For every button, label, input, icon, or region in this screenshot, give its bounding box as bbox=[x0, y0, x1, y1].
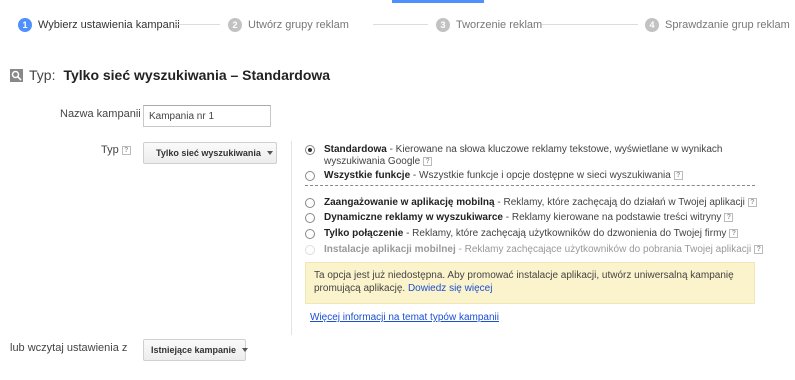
campaign-type-header: Typ: Tylko sieć wyszukiwania – Standardo… bbox=[10, 66, 330, 84]
step-label: Sprawdzanie grup reklam bbox=[665, 19, 790, 31]
step-label: Tworzenie reklam bbox=[456, 19, 543, 31]
load-settings-label: lub wczytaj ustawienia z bbox=[10, 342, 128, 354]
step-connector bbox=[542, 24, 638, 25]
step-connector bbox=[373, 24, 428, 25]
radio-button[interactable] bbox=[305, 213, 315, 223]
campaign-types-info-link[interactable]: Więcej informacji na temat typów kampani… bbox=[310, 312, 499, 323]
type-label-text: Typ bbox=[101, 144, 119, 156]
option-app-installs: Instalacje aplikacji mobilnej - Reklamy … bbox=[305, 244, 764, 256]
option-desc: - Reklamy kierowane na podstawie treści … bbox=[502, 212, 722, 223]
help-icon[interactable]: ? bbox=[121, 145, 131, 155]
header-prefix: Typ: bbox=[29, 67, 56, 83]
radio-button[interactable] bbox=[305, 171, 315, 181]
type-label: Typ? bbox=[101, 144, 131, 156]
option-standard[interactable]: Standardowa - Kierowane na słowa kluczow… bbox=[305, 144, 764, 168]
step-1[interactable]: 1 Wybierz ustawienia kampanii bbox=[18, 17, 180, 33]
step-connector bbox=[175, 24, 220, 25]
step-number: 4 bbox=[645, 18, 659, 32]
option-desc: - Wszystkie funkcje i opcje dostępne w s… bbox=[410, 170, 671, 181]
option-title: Wszystkie funkcje bbox=[324, 170, 411, 181]
step-label: Wybierz ustawienia kampanii bbox=[38, 19, 180, 31]
chevron-down-icon bbox=[266, 151, 273, 155]
notice-text: Ta opcja jest już niedostępna. Aby promo… bbox=[314, 270, 734, 294]
learn-more-link[interactable]: Dowiedz się więcej bbox=[408, 283, 492, 294]
step-number: 2 bbox=[228, 18, 242, 32]
campaign-stepper: 1 Wybierz ustawienia kampanii 2 Utwórz g… bbox=[0, 0, 795, 50]
radio-button[interactable] bbox=[305, 198, 315, 208]
help-icon[interactable]: ? bbox=[673, 170, 683, 180]
option-text: Tylko połączenie - Reklamy, które zachęc… bbox=[324, 228, 764, 240]
option-desc: - Reklamy, które zachęcają użytkowników … bbox=[403, 228, 727, 239]
option-app-engagement[interactable]: Zaangażowanie w aplikację mobilną - Rekl… bbox=[305, 197, 764, 209]
help-icon[interactable]: ? bbox=[423, 156, 433, 166]
dropdown-value: Tylko sieć wyszukiwania bbox=[156, 148, 261, 158]
radio-button bbox=[305, 245, 315, 255]
step-3[interactable]: 3 Tworzenie reklam bbox=[436, 17, 542, 33]
option-desc: - Reklamy, które zachęcają do działań w … bbox=[494, 197, 745, 208]
step-number: 3 bbox=[436, 18, 450, 32]
search-icon bbox=[10, 68, 23, 82]
option-title: Standardowa bbox=[324, 144, 387, 155]
radio-button[interactable] bbox=[305, 145, 315, 155]
option-all-features[interactable]: Wszystkie funkcje - Wszystkie funkcje i … bbox=[305, 170, 764, 182]
option-call-only[interactable]: Tylko połączenie - Reklamy, które zachęc… bbox=[305, 228, 764, 240]
dashed-divider bbox=[305, 185, 755, 186]
option-text: Wszystkie funkcje - Wszystkie funkcje i … bbox=[324, 170, 764, 182]
help-icon[interactable]: ? bbox=[724, 212, 734, 222]
option-title: Dynamiczne reklamy w wyszukiwarce bbox=[324, 212, 503, 223]
option-text: Instalacje aplikacji mobilnej - Reklamy … bbox=[324, 244, 764, 256]
step-2[interactable]: 2 Utwórz grupy reklam bbox=[228, 17, 349, 33]
option-text: Zaangażowanie w aplikację mobilną - Rekl… bbox=[324, 197, 764, 209]
campaign-name-label: Nazwa kampanii bbox=[60, 108, 141, 120]
divider bbox=[291, 141, 292, 335]
chevron-down-icon bbox=[242, 348, 249, 352]
dropdown-value: Istniejące kampanie bbox=[151, 345, 237, 355]
option-text: Dynamiczne reklamy w wyszukiwarce - Rekl… bbox=[324, 212, 764, 224]
campaign-type-dropdown[interactable]: Tylko sieć wyszukiwania bbox=[143, 142, 277, 164]
deprecation-notice: Ta opcja jest już niedostępna. Aby promo… bbox=[305, 262, 755, 304]
campaign-name-input[interactable] bbox=[143, 105, 271, 127]
help-icon[interactable]: ? bbox=[747, 197, 757, 207]
option-title: Instalacje aplikacji mobilnej bbox=[324, 244, 456, 255]
help-icon[interactable]: ? bbox=[754, 244, 764, 254]
page-title: Tylko sieć wyszukiwania – Standardowa bbox=[63, 67, 331, 83]
step-number: 1 bbox=[18, 18, 32, 32]
help-icon[interactable]: ? bbox=[729, 228, 739, 238]
step-4[interactable]: 4 Sprawdzanie grup reklam bbox=[645, 17, 790, 33]
step-label: Utwórz grupy reklam bbox=[248, 19, 349, 31]
radio-button[interactable] bbox=[305, 229, 315, 239]
existing-campaigns-dropdown[interactable]: Istniejące kampanie bbox=[143, 339, 249, 361]
option-dynamic-search-ads[interactable]: Dynamiczne reklamy w wyszukiwarce - Rekl… bbox=[305, 212, 764, 224]
option-desc: - Reklamy zachęcające użytkowników do po… bbox=[455, 244, 752, 255]
option-title: Zaangażowanie w aplikację mobilną bbox=[324, 197, 495, 208]
active-tab-indicator bbox=[392, 0, 484, 3]
option-text: Standardowa - Kierowane na słowa kluczow… bbox=[324, 144, 764, 168]
option-title: Tylko połączenie bbox=[324, 228, 404, 239]
